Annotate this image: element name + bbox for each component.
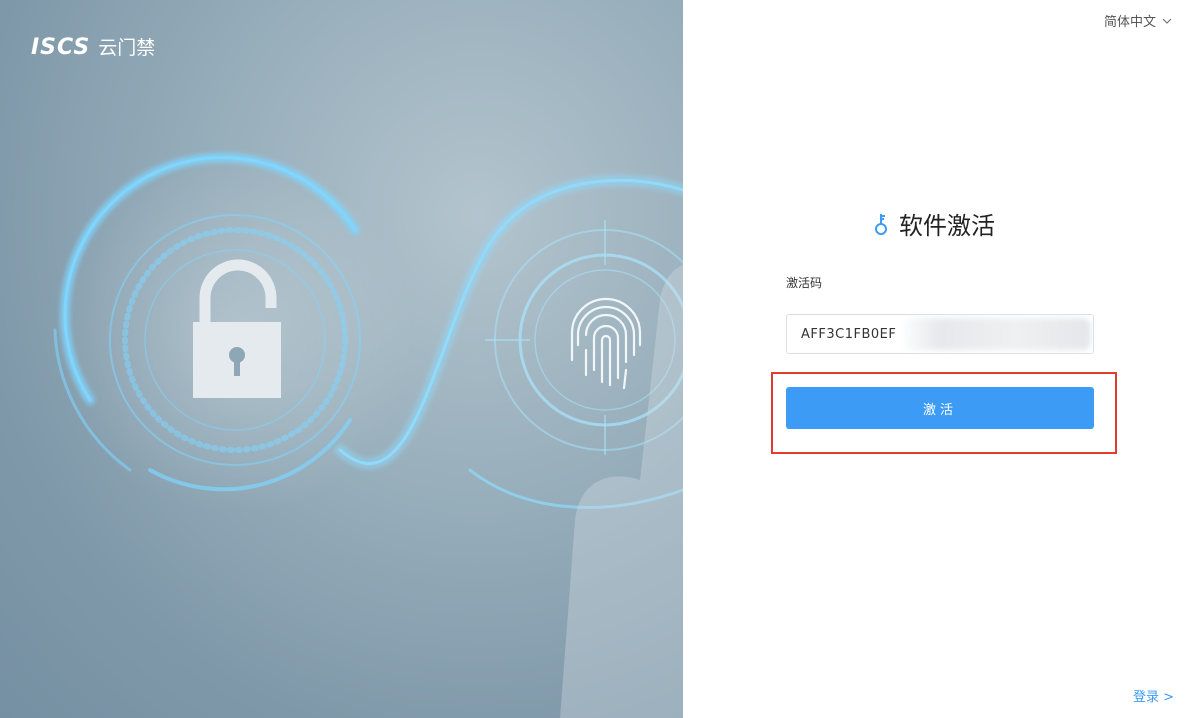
brand-name: 云门禁: [98, 37, 156, 59]
key-icon: [875, 213, 887, 235]
activate-button[interactable]: 激活: [786, 387, 1094, 429]
brand-logo: ISCS 云门禁: [31, 33, 155, 60]
page-title: 软件激活: [873, 206, 995, 241]
activation-panel: 简体中文 软件激活 激活码 激活 登录 >: [683, 0, 1198, 718]
hero-panel: ISCS 云门禁: [0, 0, 683, 718]
login-link[interactable]: 登录 >: [1133, 686, 1174, 705]
hero-illustration: [53, 152, 683, 718]
activation-code-label: 激活码: [786, 276, 823, 290]
language-select[interactable]: 简体中文: [1104, 11, 1172, 30]
language-selected: 简体中文: [1103, 15, 1156, 30]
fingerprint-icon: [570, 297, 642, 390]
page-title-text: 软件激活: [899, 212, 995, 240]
brand-mark: ISCS: [31, 35, 91, 60]
chevron-down-icon: [1162, 18, 1172, 24]
activation-code-input[interactable]: [786, 314, 1094, 354]
